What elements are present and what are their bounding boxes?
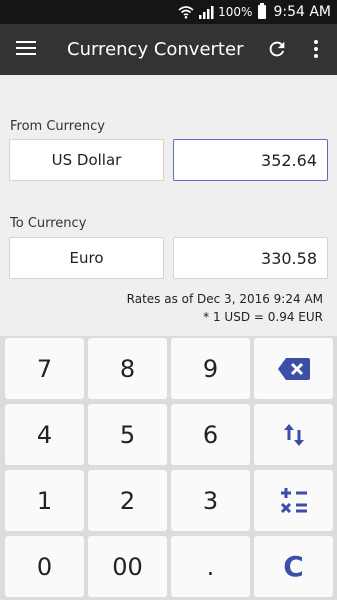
calculator-button[interactable] bbox=[254, 470, 333, 531]
clear-button[interactable]: C bbox=[254, 536, 333, 597]
backspace-icon bbox=[277, 357, 310, 380]
key-3[interactable]: 3 bbox=[171, 470, 250, 531]
app-bar: Currency Converter bbox=[0, 24, 337, 75]
swap-currencies-button[interactable] bbox=[254, 404, 333, 465]
key-6[interactable]: 6 bbox=[171, 404, 250, 465]
key-1[interactable]: 1 bbox=[5, 470, 84, 531]
wifi-icon bbox=[178, 6, 194, 19]
key-8[interactable]: 8 bbox=[88, 338, 167, 399]
to-currency-label: To Currency bbox=[10, 216, 87, 231]
app-title: Currency Converter bbox=[67, 39, 244, 60]
rates-timestamp: Rates as of Dec 3, 2016 9:24 AM bbox=[126, 292, 323, 306]
clear-label: C bbox=[283, 550, 304, 583]
signal-icon bbox=[199, 6, 214, 19]
clock: 9:54 AM bbox=[273, 4, 331, 20]
keypad: 7 8 9 4 5 6 1 2 3 0 00 . C bbox=[0, 336, 337, 600]
key-9[interactable]: 9 bbox=[171, 338, 250, 399]
menu-icon[interactable] bbox=[16, 41, 36, 57]
backspace-button[interactable] bbox=[254, 338, 333, 399]
to-amount-field: 330.58 bbox=[173, 237, 328, 279]
key-decimal[interactable]: . bbox=[171, 536, 250, 597]
key-00[interactable]: 00 bbox=[88, 536, 167, 597]
refresh-icon[interactable] bbox=[266, 38, 288, 60]
key-0[interactable]: 0 bbox=[5, 536, 84, 597]
status-bar: 100% 9:54 AM bbox=[0, 0, 337, 24]
overflow-menu-icon[interactable] bbox=[310, 38, 322, 60]
key-7[interactable]: 7 bbox=[5, 338, 84, 399]
battery-percent: 100% bbox=[218, 5, 253, 19]
exchange-rate: * 1 USD = 0.94 EUR bbox=[203, 310, 323, 324]
from-currency-label: From Currency bbox=[10, 119, 105, 134]
key-5[interactable]: 5 bbox=[88, 404, 167, 465]
calculator-icon bbox=[280, 487, 307, 513]
battery-icon bbox=[258, 3, 267, 19]
swap-icon bbox=[283, 423, 304, 446]
from-currency-select[interactable]: US Dollar bbox=[9, 139, 164, 181]
key-4[interactable]: 4 bbox=[5, 404, 84, 465]
key-2[interactable]: 2 bbox=[88, 470, 167, 531]
to-currency-select[interactable]: Euro bbox=[9, 237, 164, 279]
from-amount-field[interactable]: 352.64 bbox=[173, 139, 328, 181]
